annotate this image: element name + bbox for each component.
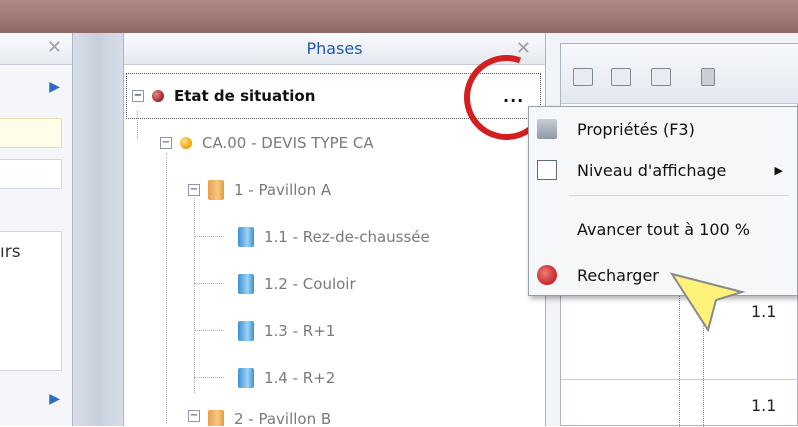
menu-item-label: Recharger <box>577 265 659 285</box>
grid-row-divider <box>561 379 798 380</box>
panel-splitter[interactable] <box>73 33 123 426</box>
properties-icon <box>537 119 557 139</box>
tree-row-label: 1.4 - R+2 <box>264 369 336 387</box>
tree-row-etat-de-situation[interactable]: − Etat de situation <box>132 82 315 110</box>
left-text-box: ırs <box>0 231 62 371</box>
tree-row-rez-de-chaussee[interactable]: 1.1 - Rez-de-chaussée <box>238 223 430 251</box>
close-icon[interactable]: ✕ <box>47 37 62 58</box>
expand-arrow-icon[interactable]: ▶ <box>49 391 60 407</box>
tree-view-icon[interactable] <box>651 68 671 86</box>
expand-arrow-icon[interactable]: ▶ <box>49 79 60 95</box>
cursor-pointer-icon <box>669 272 746 333</box>
tree-connector <box>137 111 138 139</box>
tree-row-label: 1.3 - R+1 <box>264 322 336 340</box>
tree-row-label: 1.1 - Rez-de-chaussée <box>264 228 430 246</box>
collapse-toggle-icon[interactable]: − <box>188 410 200 422</box>
left-panel-header: ✕ <box>0 33 72 65</box>
menu-separator <box>569 195 789 196</box>
tree-row-label: 2 - Pavillon B <box>234 410 332 426</box>
orange-dot-icon <box>180 137 192 149</box>
grid-cell: 1.1 <box>751 302 777 321</box>
display-level-icon <box>537 160 557 180</box>
tree-connector <box>194 236 224 237</box>
tree-connector <box>194 283 224 284</box>
red-dot-icon <box>152 90 164 102</box>
chart-icon[interactable] <box>611 68 631 86</box>
orange-book-icon <box>208 180 224 200</box>
tree-row-devis-type[interactable]: − CA.00 - DEVIS TYPE CA <box>160 129 374 157</box>
menu-item-display-level[interactable]: Niveau d'affichage ▶ <box>529 152 797 188</box>
menu-item-label: Propriétés (F3) <box>577 119 695 139</box>
phases-title: Phases <box>306 39 363 58</box>
tree-connector <box>166 153 167 423</box>
left-highlight-field[interactable] <box>0 118 62 148</box>
tree-connector <box>194 377 224 378</box>
right-toolbar <box>561 44 798 104</box>
menu-item-properties[interactable]: Propriétés (F3) <box>529 111 797 147</box>
blue-book-icon <box>238 321 254 341</box>
tree-row-label: CA.00 - DEVIS TYPE CA <box>202 134 374 152</box>
context-menu: Propriétés (F3) Niveau d'affichage ▶ Ava… <box>528 106 798 296</box>
submenu-arrow-icon: ▶ <box>774 163 783 177</box>
blue-book-icon <box>238 368 254 388</box>
tree-row-r1[interactable]: 1.3 - R+1 <box>238 317 335 345</box>
tree-row-label: 1 - Pavillon A <box>234 181 332 199</box>
tree-connector <box>194 330 224 331</box>
orange-book-icon <box>208 410 224 426</box>
menu-item-reload[interactable]: Recharger <box>529 257 797 293</box>
tree-row-label: Etat de situation <box>174 87 316 105</box>
tree-row-label: 1.2 - Couloir <box>264 275 356 293</box>
grid-cell: 1.1 <box>751 396 777 415</box>
reload-icon <box>537 265 557 285</box>
tree-row-couloir[interactable]: 1.2 - Couloir <box>238 270 356 298</box>
collapse-toggle-icon[interactable]: − <box>160 137 172 149</box>
collapse-toggle-icon[interactable]: − <box>132 90 144 102</box>
left-box-text: ırs <box>0 242 21 262</box>
left-input-field[interactable] <box>0 159 62 189</box>
phases-panel: Phases ✕ − Etat de situation ... − CA.00… <box>123 33 563 426</box>
tree-connector <box>194 198 195 393</box>
calendar-icon[interactable] <box>573 68 593 86</box>
tree-row-pavillon-a[interactable]: − 1 - Pavillon A <box>188 176 331 204</box>
left-panel: ✕ ▶ ırs ▶ <box>0 33 73 426</box>
tree-row-r2[interactable]: 1.4 - R+2 <box>238 364 335 392</box>
phases-panel-header: Phases ✕ <box>124 33 545 65</box>
tree-row-pavillon-b[interactable]: − 2 - Pavillon B <box>188 410 331 426</box>
window-title-bar <box>0 0 798 33</box>
book-icon[interactable] <box>701 68 715 86</box>
blue-book-icon <box>238 227 254 247</box>
blue-book-icon <box>238 274 254 294</box>
menu-item-label: Avancer tout à 100 % <box>577 219 751 239</box>
collapse-toggle-icon[interactable]: − <box>188 184 200 196</box>
menu-item-advance-all[interactable]: Avancer tout à 100 % <box>529 211 797 247</box>
menu-item-label: Niveau d'affichage <box>577 160 727 180</box>
